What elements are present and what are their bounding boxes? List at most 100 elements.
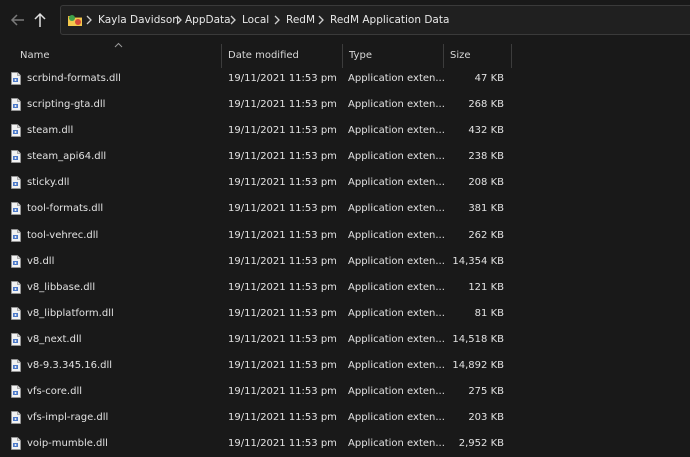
file-date-modified: 19/11/2021 11:53 pm (228, 438, 337, 450)
file-date-modified: 19/11/2021 11:53 pm (228, 360, 337, 372)
dll-file-icon (11, 176, 21, 190)
file-date-modified: 19/11/2021 11:53 pm (228, 281, 337, 293)
breadcrumb-kayla-davidson[interactable]: Kayla Davidson (98, 14, 179, 26)
breadcrumb-redm-application-data[interactable]: RedM Application Data (330, 14, 449, 26)
file-size: 14,518 KB (452, 333, 504, 345)
file-name: scrbind-formats.dll (27, 73, 121, 84)
dll-file-icon (11, 202, 21, 216)
dll-file-icon (11, 72, 21, 85)
file-name: tool-vehrec.dll (27, 229, 99, 241)
file-date-modified: 19/11/2021 11:53 pm (228, 203, 337, 215)
dll-file-icon (11, 254, 21, 268)
breadcrumb-local[interactable]: Local (242, 14, 269, 26)
dll-file-icon (11, 333, 21, 346)
file-name: v8.dll (27, 255, 55, 267)
file-size: 203 KB (468, 412, 504, 424)
column-divider[interactable] (443, 44, 444, 68)
column-header-type[interactable]: Type (349, 50, 372, 61)
chevron-right-icon[interactable] (229, 15, 237, 25)
navigation-bar: Kayla Davidson AppData Local RedM RedM A… (0, 0, 690, 40)
file-name: voip-mumble.dll (27, 438, 108, 450)
file-name: steam.dll (27, 125, 74, 137)
address-bar[interactable]: Kayla Davidson AppData Local RedM RedM A… (60, 5, 690, 35)
file-size: 432 KB (468, 125, 504, 137)
dll-file-icon (11, 280, 21, 294)
file-row[interactable]: vfs-impl-rage.dll 19/11/2021 11:53 pm Ap… (0, 405, 690, 431)
file-type: Application exten... (348, 151, 445, 163)
column-divider[interactable] (342, 44, 343, 68)
file-row[interactable]: tool-formats.dll 19/11/2021 11:53 pm App… (0, 196, 690, 222)
column-header-date-modified[interactable]: Date modified (228, 50, 299, 61)
file-name: vfs-impl-rage.dll (27, 412, 109, 424)
file-row[interactable]: sticky.dll 19/11/2021 11:53 pm Applicati… (0, 170, 690, 196)
file-size: 2,952 KB (458, 438, 504, 450)
chevron-right-icon[interactable] (273, 15, 281, 25)
file-name: scripting-gta.dll (27, 99, 106, 111)
file-type: Application exten... (348, 307, 445, 319)
file-row[interactable]: v8_next.dll 19/11/2021 11:53 pm Applicat… (0, 327, 690, 353)
file-type: Application exten... (348, 412, 445, 424)
arrow-up-icon (34, 12, 46, 27)
file-row[interactable]: tool-vehrec.dll 19/11/2021 11:53 pm Appl… (0, 223, 690, 249)
file-size: 238 KB (468, 151, 504, 163)
chevron-right-icon[interactable] (175, 15, 183, 25)
file-row[interactable]: steam.dll 19/11/2021 11:53 pm Applicatio… (0, 118, 690, 144)
file-type: Application exten... (348, 229, 445, 241)
file-row[interactable]: v8_libbase.dll 19/11/2021 11:53 pm Appli… (0, 275, 690, 301)
dll-file-icon (11, 385, 21, 399)
file-date-modified: 19/11/2021 11:53 pm (228, 255, 337, 267)
file-size: 81 KB (474, 307, 504, 319)
arrow-left-icon (10, 14, 24, 26)
file-date-modified: 19/11/2021 11:53 pm (228, 177, 337, 189)
file-row[interactable]: voip-mumble.dll 19/11/2021 11:53 pm Appl… (0, 431, 690, 457)
file-date-modified: 19/11/2021 11:53 pm (228, 229, 337, 241)
column-divider[interactable] (221, 44, 222, 68)
dll-file-icon (11, 124, 21, 138)
column-header-size[interactable]: Size (450, 50, 471, 61)
file-row[interactable]: v8_libplatform.dll 19/11/2021 11:53 pm A… (0, 301, 690, 327)
file-list: scrbind-formats.dll 19/11/2021 11:53 pm … (0, 66, 690, 457)
up-button[interactable] (29, 9, 51, 31)
dll-file-icon (11, 306, 21, 320)
column-header-name[interactable]: Name (20, 50, 50, 61)
file-date-modified: 19/11/2021 11:53 pm (228, 125, 337, 137)
folder-icon (68, 15, 82, 26)
file-date-modified: 19/11/2021 11:53 pm (228, 386, 337, 398)
file-size: 121 KB (468, 281, 504, 293)
file-type: Application exten... (348, 360, 445, 372)
chevron-right-icon[interactable] (317, 15, 325, 25)
dll-file-icon (11, 359, 21, 372)
file-row[interactable]: scrbind-formats.dll 19/11/2021 11:53 pm … (0, 66, 690, 92)
file-row[interactable]: scripting-gta.dll 19/11/2021 11:53 pm Ap… (0, 92, 690, 118)
file-type: Application exten... (348, 281, 445, 293)
breadcrumb-redm[interactable]: RedM (286, 14, 315, 26)
file-type: Application exten... (348, 386, 445, 398)
dll-file-icon (11, 98, 21, 111)
file-size: 381 KB (468, 203, 504, 215)
file-size: 262 KB (468, 229, 504, 241)
breadcrumb-appdata[interactable]: AppData (185, 14, 231, 26)
file-name: v8-9.3.345.16.dll (27, 360, 113, 372)
column-header-row: Name Date modified Type Size (0, 42, 690, 68)
file-row[interactable]: v8-9.3.345.16.dll 19/11/2021 11:53 pm Ap… (0, 353, 690, 379)
chevron-right-icon (86, 15, 92, 25)
file-row[interactable]: steam_api64.dll 19/11/2021 11:53 pm Appl… (0, 144, 690, 170)
file-name: v8_next.dll (27, 333, 82, 345)
file-row[interactable]: vfs-core.dll 19/11/2021 11:53 pm Applica… (0, 379, 690, 405)
back-button[interactable] (7, 9, 29, 31)
file-size: 14,892 KB (452, 360, 504, 372)
column-divider[interactable] (511, 44, 512, 68)
dll-file-icon (11, 411, 21, 425)
file-name: v8_libbase.dll (27, 281, 96, 293)
sort-ascending-icon (114, 42, 123, 48)
file-name: v8_libplatform.dll (27, 307, 114, 319)
file-size: 47 KB (474, 73, 504, 84)
file-date-modified: 19/11/2021 11:53 pm (228, 412, 337, 424)
file-name: sticky.dll (27, 177, 70, 189)
file-type: Application exten... (348, 125, 445, 137)
file-row[interactable]: v8.dll 19/11/2021 11:53 pm Application e… (0, 249, 690, 275)
file-date-modified: 19/11/2021 11:53 pm (228, 99, 337, 111)
dll-file-icon (11, 228, 21, 242)
dll-file-icon (11, 150, 21, 164)
file-date-modified: 19/11/2021 11:53 pm (228, 73, 337, 84)
